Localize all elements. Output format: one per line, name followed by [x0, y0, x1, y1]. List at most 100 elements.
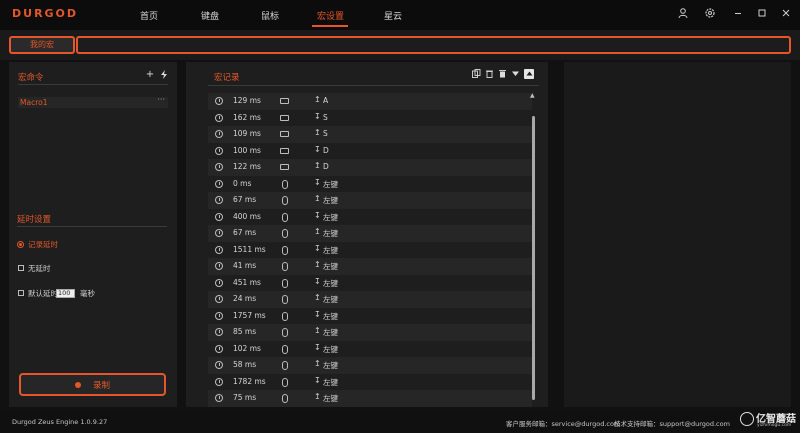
service-email: 客户服务邮箱：service@durgod.com — [506, 420, 621, 428]
event-delay: 85 ms — [233, 327, 257, 336]
nav-home[interactable]: 首页 — [140, 9, 158, 22]
event-row[interactable]: 1511 ms ↧ 左键 — [208, 242, 532, 259]
settings-icon[interactable] — [703, 7, 717, 21]
event-key: 左键 — [323, 361, 338, 370]
event-row[interactable]: 67 ms ↥ 左键 — [208, 225, 532, 242]
mouse-icon — [282, 377, 288, 387]
key-up-icon: ↥ — [314, 293, 321, 302]
event-row[interactable]: 100 ms ↧ D — [208, 143, 532, 160]
delay-divider — [17, 226, 167, 227]
clock-icon — [215, 212, 223, 221]
key-down-icon: ↧ — [314, 342, 321, 352]
delay-unit-label: 毫秒 — [80, 289, 95, 298]
nav-keyboard[interactable]: 键盘 — [201, 9, 219, 22]
event-row[interactable]: 24 ms ↥ 左键 — [208, 291, 532, 308]
event-key: 左键 — [323, 295, 338, 304]
event-row[interactable]: 0 ms ↧ 左键 — [208, 176, 532, 193]
default-delay-input[interactable]: 100 — [56, 289, 75, 298]
watermark-sub: yizhimogu.com — [757, 423, 792, 428]
clear-icon[interactable] — [497, 69, 507, 79]
mouse-icon — [282, 361, 288, 370]
event-row[interactable]: 41 ms ↥ 左键 — [208, 258, 532, 275]
event-row[interactable]: 109 ms ↥ S — [208, 126, 532, 143]
close-icon[interactable] — [779, 7, 793, 21]
event-key: 左键 — [323, 311, 338, 321]
delete-icon[interactable] — [484, 69, 494, 79]
copy-icon[interactable] — [471, 69, 481, 79]
more-options-icon[interactable]: ··· — [157, 95, 165, 104]
minimize-icon[interactable] — [731, 7, 745, 21]
event-row[interactable]: 451 ms ↧ 左键 — [208, 275, 532, 292]
event-row[interactable]: 67 ms ↥ 左键 — [208, 192, 532, 209]
event-list-scrollbar[interactable] — [532, 116, 535, 400]
event-delay: 400 ms — [233, 211, 261, 221]
macro-list-item[interactable]: Macro1 ··· — [18, 95, 168, 108]
default-delay-checkbox[interactable] — [18, 290, 24, 296]
clock-icon — [215, 394, 223, 402]
clock-icon — [215, 295, 223, 303]
key-down-icon: ↧ — [314, 210, 321, 220]
mouse-icon — [282, 212, 288, 222]
event-delay: 41 ms — [233, 261, 257, 270]
my-macro-tab[interactable]: 我的宏 — [9, 36, 75, 54]
event-row[interactable]: 129 ms ↥ A — [208, 93, 532, 110]
clock-icon — [215, 196, 223, 204]
move-up-icon[interactable] — [524, 69, 534, 79]
macro-record-panel: 宏记录 129 ms ↥ A 162 ms ↧ S 109 ms ↥ S 100 ms ↧ D 122 … — [186, 62, 548, 407]
event-row[interactable]: 102 ms ↧ 左键 — [208, 341, 532, 358]
event-row[interactable]: 1782 ms ↧ 左键 — [208, 374, 532, 391]
event-key: 左键 — [323, 196, 338, 205]
mouse-icon — [282, 278, 288, 288]
key-down-icon: ↧ — [314, 276, 321, 286]
record-button-label: 录制 — [93, 381, 111, 391]
nav-macro-settings[interactable]: 宏设置 — [317, 9, 344, 22]
macro-tab-field[interactable] — [76, 36, 791, 54]
event-row[interactable]: 162 ms ↧ S — [208, 110, 532, 127]
add-macro-button[interactable]: + — [145, 70, 155, 80]
event-row[interactable]: 122 ms ↥ D — [208, 159, 532, 176]
default-delay-label: 默认延时 — [28, 289, 58, 298]
record-button[interactable]: 录制 — [19, 373, 166, 396]
event-delay: 102 ms — [233, 343, 261, 353]
keyboard-icon — [280, 131, 289, 137]
clock-icon — [215, 328, 223, 336]
key-up-icon: ↥ — [314, 194, 321, 203]
macro-event-list: 129 ms ↥ A 162 ms ↧ S 109 ms ↥ S 100 ms ↧ D 122 ms ↥ D… — [208, 93, 532, 407]
clock-icon — [215, 377, 223, 386]
event-key: D — [323, 162, 329, 171]
no-delay-label: 无延时 — [28, 264, 51, 273]
event-delay: 67 ms — [233, 228, 257, 237]
clock-icon — [215, 163, 223, 171]
event-delay: 1782 ms — [233, 376, 266, 386]
nav-mouse[interactable]: 鼠标 — [261, 9, 279, 22]
event-row[interactable]: 1757 ms ↧ 左键 — [208, 308, 532, 325]
event-key: 左键 — [323, 179, 338, 189]
event-key: A — [323, 96, 329, 105]
import-macro-icon[interactable] — [159, 70, 169, 80]
key-up-icon: ↥ — [314, 392, 321, 401]
event-row[interactable]: 58 ms ↥ 左键 — [208, 357, 532, 374]
clock-icon — [215, 262, 223, 270]
nav-nebula[interactable]: 星云 — [384, 9, 402, 22]
event-delay: 1511 ms — [233, 244, 266, 254]
keyboard-icon — [280, 98, 289, 104]
event-row[interactable]: 85 ms ↥ 左键 — [208, 324, 532, 341]
no-delay-checkbox[interactable] — [18, 265, 24, 271]
key-up-icon: ↥ — [314, 359, 321, 368]
support-email: 技术支持邮箱：support@durgod.com — [614, 420, 730, 428]
user-icon[interactable] — [676, 7, 690, 21]
maximize-icon[interactable] — [755, 7, 769, 21]
event-row[interactable]: 75 ms ↥ 左键 — [208, 390, 532, 407]
event-delay: 122 ms — [233, 162, 261, 171]
record-delay-label: 记录延时 — [28, 240, 58, 249]
move-down-icon[interactable] — [510, 69, 520, 79]
event-delay: 100 ms — [233, 145, 261, 155]
durgod-logo: DURGOD — [12, 7, 79, 20]
event-delay: 58 ms — [233, 360, 257, 369]
record-delay-radio[interactable] — [17, 241, 24, 248]
scroll-up-icon[interactable]: ▲ — [530, 92, 535, 99]
event-row[interactable]: 400 ms ↧ 左键 — [208, 209, 532, 226]
clock-icon — [215, 344, 223, 353]
clock-icon — [215, 97, 223, 105]
clock-icon — [215, 179, 223, 188]
